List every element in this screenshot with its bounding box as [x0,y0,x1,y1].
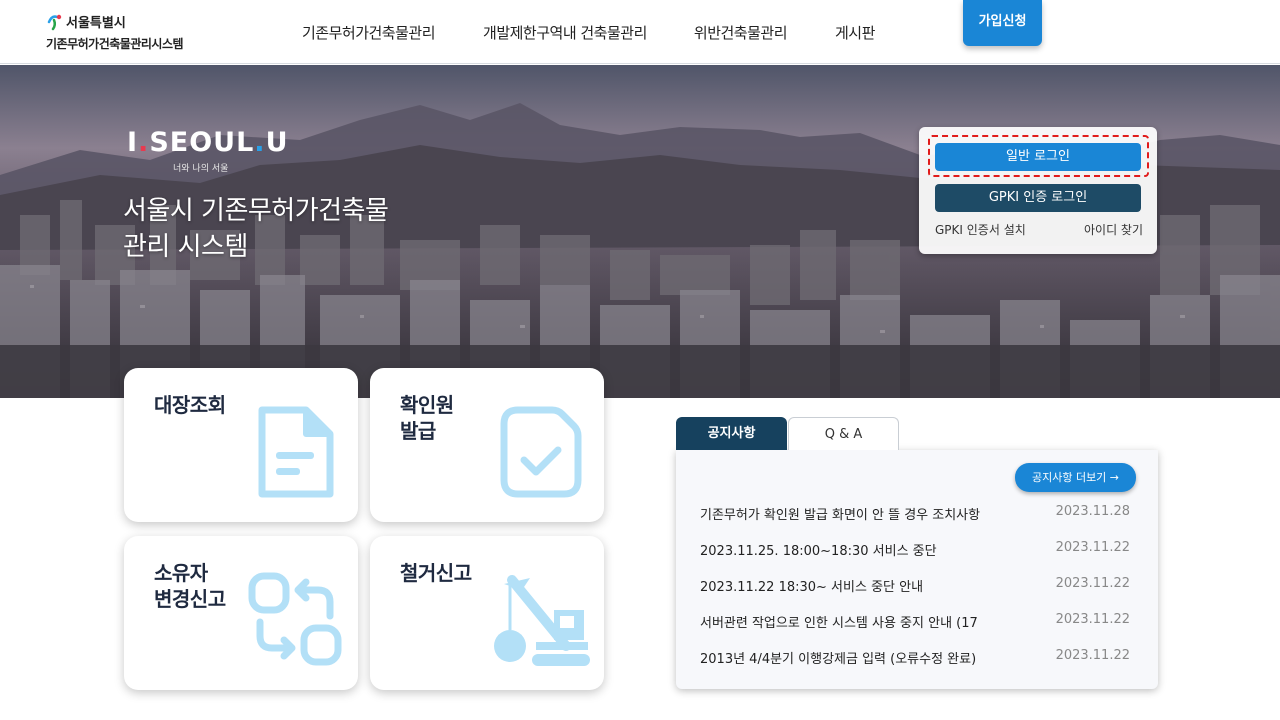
logo-line2: 기존무허가건축물관리시스템 [46,37,184,51]
tab-qna[interactable]: Q & A [788,417,899,450]
notice-date: 2023.11.22 [1055,612,1130,627]
seoul-logo[interactable]: 서울특별시 기존무허가건축물관리시스템 [46,12,184,52]
list-item[interactable]: 2023.11.25. 18:00~18:30 서비스 중단 2023.11.2… [700,540,1130,560]
brand-u: U [265,127,289,158]
list-item[interactable]: 2023.11.22 18:30~ 서비스 중단 안내 2023.11.22 [700,576,1130,596]
seoul-emblem-icon [47,14,62,30]
nav-item-unlicensed[interactable]: 기존무허가건축물관리 [302,22,436,43]
list-item[interactable]: 2013년 4/4분기 이행강제금 입력 (오류수정 완료) 2023.11.2… [700,648,1130,668]
gpki-install-link[interactable]: GPKI 인증서 설치 [935,221,1026,238]
tab-notice[interactable]: 공지사항 [676,417,787,450]
brand-dot-blue: . [254,127,266,158]
notice-more-button[interactable]: 공지사항 더보기 → [1015,463,1136,492]
brand-dot-red: . [138,127,150,158]
notice-date: 2023.11.22 [1055,540,1130,555]
list-item[interactable]: 기존무허가 확인원 발급 화면이 안 뜰 경우 조치사항 2023.11.28 [700,504,1130,524]
general-login-button[interactable]: 일반 로그인 [935,143,1141,171]
notice-title[interactable]: 서버관련 작업으로 인한 시스템 사용 중지 안내 (17 [700,612,1020,631]
brand-subtitle: 너와 나의 서울 [173,164,229,174]
card-title: 소유자 변경신고 [154,560,226,612]
notice-title[interactable]: 2023.11.25. 18:00~18:30 서비스 중단 [700,540,1020,559]
top-header: 서울특별시 기존무허가건축물관리시스템 기존무허가건축물관리 개발제한구역내 건… [0,0,1280,64]
document-icon [258,406,334,498]
hero-title-line2: 관리 시스템 [123,232,248,262]
card-title: 확인원 발급 [400,392,454,444]
notice-date: 2023.11.22 [1055,576,1130,591]
card-title-line2: 발급 [400,419,436,443]
card-demolition-report[interactable]: 철거신고 [370,536,604,690]
brand-i: I [127,127,139,158]
main-nav: 기존무허가건축물관리 개발제한구역내 건축물관리 위반건축물관리 게시판 [302,0,875,64]
notice-title[interactable]: 2023.11.22 18:30~ 서비스 중단 안내 [700,576,1020,595]
nav-item-board[interactable]: 게시판 [835,22,875,43]
card-registry-lookup[interactable]: 대장조회 [124,368,358,522]
card-title-line1: 대장조회 [154,393,226,417]
nav-item-violation[interactable]: 위반건축물관리 [694,22,788,43]
card-title-line1: 확인원 [400,393,454,417]
notice-date: 2023.11.28 [1055,504,1130,519]
card-certificate-issue[interactable]: 확인원 발급 [370,368,604,522]
notice-date: 2023.11.22 [1055,648,1130,663]
list-item[interactable]: 서버관련 작업으로 인한 시스템 사용 중지 안내 (17 2023.11.22 [700,612,1130,632]
card-owner-change[interactable]: 소유자 변경신고 [124,536,358,690]
i-seoul-u-brand: I.SEOUL.U [127,127,289,158]
hero-title: 서울시 기존무허가건축물 관리 시스템 [123,193,389,265]
hero-title-line1: 서울시 기존무허가건축물 [123,196,389,226]
notice-title[interactable]: 2013년 4/4분기 이행강제금 입력 (오류수정 완료) [700,648,1020,667]
card-title: 대장조회 [154,392,226,418]
crane-icon [494,575,590,666]
swap-icon [248,572,342,666]
card-title-line2: 변경신고 [154,587,226,611]
notice-tabs: 공지사항 Q & A [676,417,899,450]
card-title-line1: 소유자 [154,561,208,585]
document-check-icon [500,406,582,498]
notice-title[interactable]: 기존무허가 확인원 발급 화면이 안 뜰 경우 조치사항 [700,504,1020,523]
brand-seoul: SEOUL [149,127,255,158]
gpki-login-button[interactable]: GPKI 인증 로그인 [935,184,1141,212]
logo-line1: 서울특별시 [66,16,126,31]
card-title-line1: 철거신고 [400,561,472,585]
join-button[interactable]: 가입신청 [963,0,1042,46]
nav-item-greenbelt[interactable]: 개발제한구역내 건축물관리 [483,22,647,43]
find-id-link[interactable]: 아이디 찾기 [1084,221,1143,238]
card-title: 철거신고 [400,560,472,586]
